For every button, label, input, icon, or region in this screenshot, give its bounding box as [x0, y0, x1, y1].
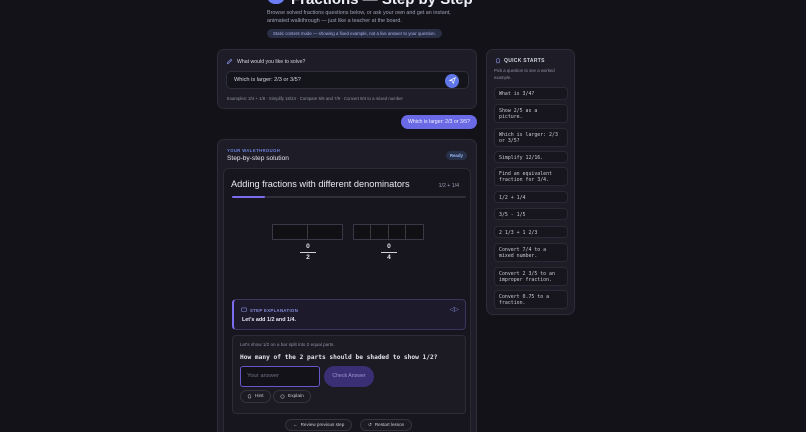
ask-title: What would you like to solve?	[226, 58, 305, 65]
page-title: Fractions — Step by Step	[267, 0, 473, 8]
quick-start-item[interactable]: 1/2 + 1/4	[494, 191, 568, 203]
lesson-progress-fill	[232, 196, 265, 198]
restart-lesson-button[interactable]: ↺ Restart lesson	[360, 419, 413, 431]
fraction-bar-cell	[307, 225, 342, 239]
user-message-bubble: Which is larger: 2/3 or 3/5?	[401, 115, 477, 129]
lesson-title: Adding fractions with different denomina…	[231, 179, 410, 189]
lesson-board: Adding fractions with different denomina…	[223, 168, 471, 432]
quick-starts-title: QUICK STARTS	[495, 58, 545, 64]
quick-starts-description: Pick a question to see a worked example.	[494, 68, 555, 80]
arrow-left-icon: ←	[293, 422, 298, 427]
fraction-label-halves: 0 2	[298, 243, 318, 262]
fraction-bar-cell	[405, 225, 423, 239]
lightbulb-icon	[247, 394, 252, 399]
fraction-bar-cell	[354, 225, 372, 239]
pencil-icon	[226, 58, 233, 65]
hint-button[interactable]: Hint	[240, 390, 271, 403]
chat-icon	[280, 394, 285, 399]
quick-start-item[interactable]: What is 3/4?	[494, 87, 568, 100]
fraction-bar-cell	[371, 225, 389, 239]
step-explanation: STEP EXPLANATION Let's add 1/2 and 1/4. …	[232, 299, 466, 330]
static-mode-notice: Static content mode — showing a fixed ex…	[267, 29, 442, 38]
explain-button[interactable]: Explain	[273, 390, 311, 403]
page-subtitle: Browse solved fractions questions below,…	[267, 10, 451, 24]
step-explanation-text: Let's add 1/2 and 1/4.	[242, 317, 297, 323]
quick-start-item[interactable]: Find an equivalent fraction for 3/4.	[494, 167, 568, 186]
quick-start-item[interactable]: Convert 7/4 to a mixed number.	[494, 243, 568, 262]
logo-icon	[267, 0, 285, 5]
quick-start-item[interactable]: Convert 2 3/5 to an improper fraction.	[494, 267, 568, 286]
answer-input[interactable]: Your answer	[240, 366, 320, 387]
lightbulb-icon	[495, 58, 501, 64]
lesson-progress	[232, 196, 466, 198]
quick-start-item[interactable]: Convert 0.75 to a fraction.	[494, 290, 568, 309]
fraction-bar-quarters	[353, 224, 424, 240]
quick-starts-panel: QUICK STARTS Pick a question to see a wo…	[486, 49, 575, 315]
restart-icon: ↺	[368, 422, 372, 427]
fraction-bar-halves	[272, 224, 343, 240]
question-text: How many of the 2 parts should be shaded…	[240, 354, 438, 361]
check-answer-button[interactable]: Check Answer	[324, 366, 374, 387]
lesson-equation: 1/2 + 1/4	[438, 183, 459, 189]
fraction-bar-cell	[273, 225, 308, 239]
send-button[interactable]	[445, 73, 459, 88]
quick-start-item[interactable]: Show 2/5 as a picture.	[494, 104, 568, 123]
quick-start-item[interactable]: 3/5 - 1/5	[494, 208, 568, 220]
walkthrough-card: YOUR WALKTHROUGH Step-by-step solution R…	[217, 139, 477, 432]
question-panel: Let's show 1/2 on a bar split into 2 equ…	[232, 335, 466, 414]
examples-text: Examples: 3/4 + 1/8 · Simplify 18/24 · C…	[227, 96, 403, 101]
ask-card: What would you like to solve? Which is l…	[217, 49, 477, 109]
question-input[interactable]: Which is larger: 2/3 or 3/5?	[226, 71, 469, 89]
walkthrough-kicker: YOUR WALKTHROUGH	[227, 148, 281, 153]
quick-start-item[interactable]: 2 1/3 + 1 2/3	[494, 226, 568, 238]
fraction-label-quarters: 0 4	[379, 243, 399, 262]
step-explanation-kicker: STEP EXPLANATION	[241, 307, 298, 313]
chat-icon	[241, 307, 247, 312]
walkthrough-title: Step-by-step solution	[227, 155, 289, 162]
fraction-bar-cell	[388, 225, 406, 239]
quick-start-item[interactable]: Which is larger: 2/3 or 3/5?	[494, 128, 568, 147]
audio-toggle-icon[interactable]: ◁▷	[450, 306, 459, 313]
send-icon	[448, 77, 456, 84]
status-badge: Ready	[445, 151, 467, 160]
review-previous-button[interactable]: ← Review previous step	[285, 419, 353, 431]
quick-start-item[interactable]: Simplify 12/16.	[494, 151, 568, 163]
question-context: Let's show 1/2 on a bar split into 2 equ…	[240, 342, 335, 347]
